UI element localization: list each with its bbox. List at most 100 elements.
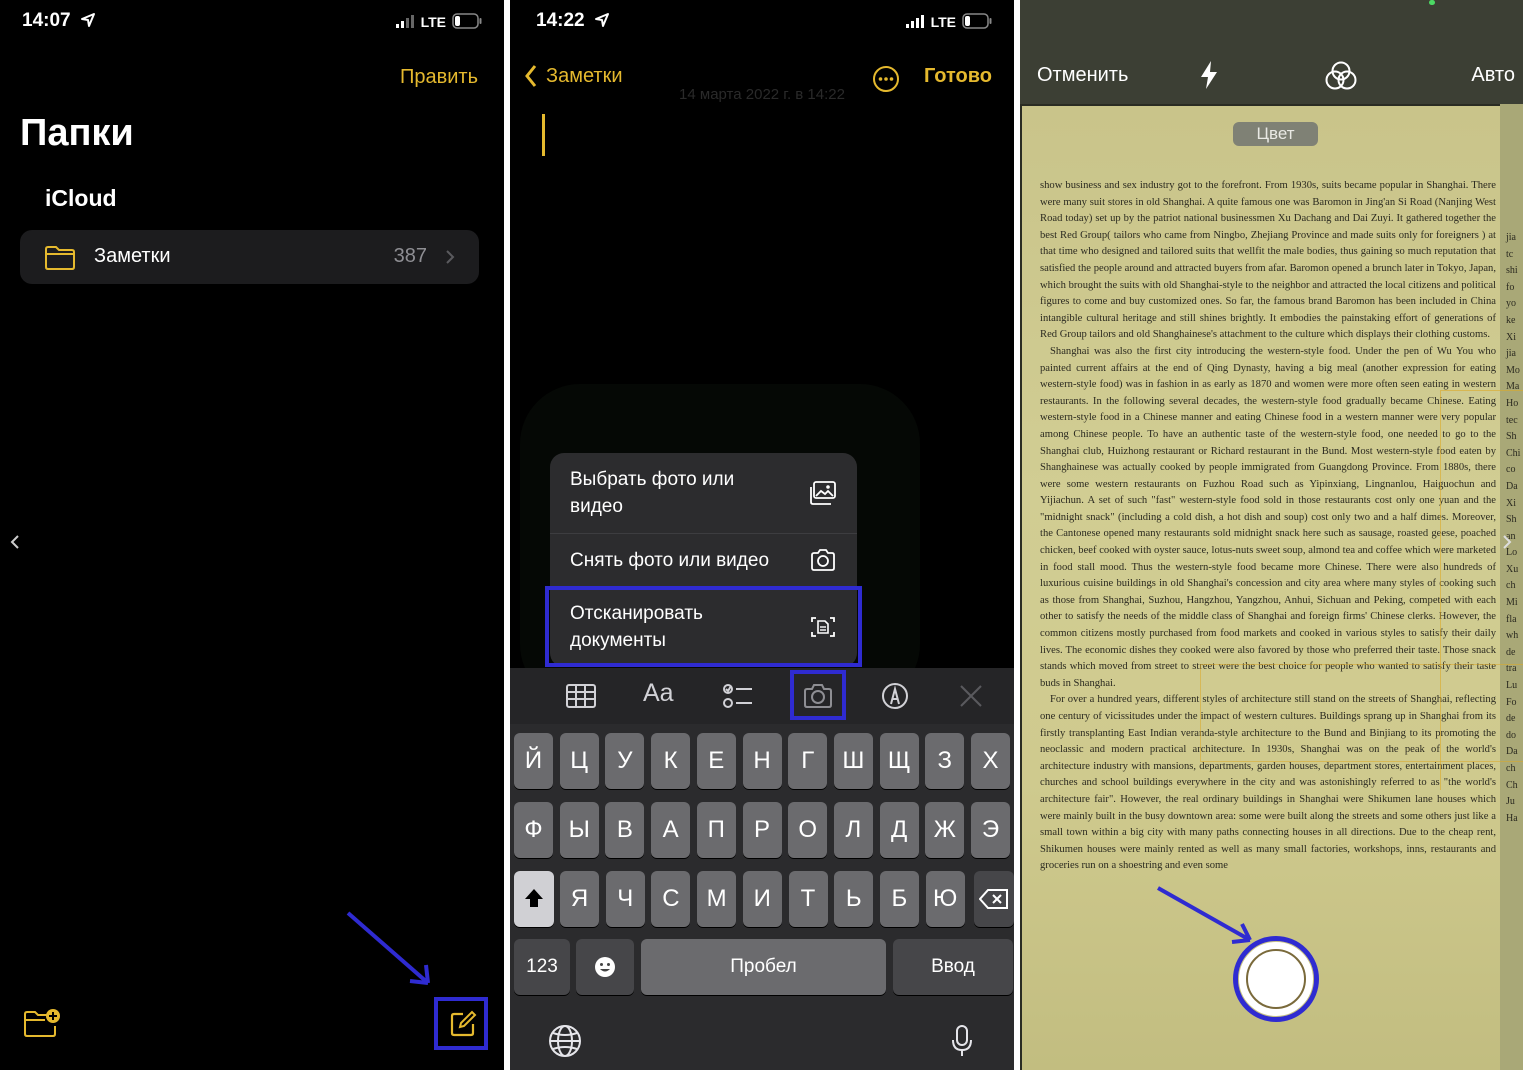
edge-text-fragment: Ju bbox=[1506, 796, 1515, 808]
status-time: 14:07 bbox=[22, 10, 71, 31]
folder-icon bbox=[45, 246, 75, 270]
backspace-key[interactable] bbox=[974, 871, 1014, 927]
key[interactable]: Н bbox=[742, 733, 782, 789]
table-icon[interactable] bbox=[565, 682, 597, 710]
backspace-icon bbox=[978, 889, 1008, 909]
status-bar: 14:07 LTE bbox=[0, 0, 504, 44]
key[interactable]: У bbox=[605, 733, 645, 789]
key[interactable]: И bbox=[742, 871, 782, 927]
shift-key[interactable] bbox=[514, 871, 554, 927]
back-label: Заметки bbox=[546, 64, 623, 87]
edit-button[interactable]: Править bbox=[400, 66, 478, 89]
document-paragraph: show business and sex industry got to th… bbox=[1040, 180, 1496, 341]
formatting-toolbar: Aa bbox=[510, 668, 1014, 724]
signal-icon bbox=[906, 15, 924, 28]
color-mode-label: Цвет bbox=[1233, 122, 1318, 146]
folder-row-notes[interactable]: Заметки 387 bbox=[20, 230, 479, 284]
menu-item-take-photo[interactable]: Снять фото или видео bbox=[550, 534, 857, 587]
key[interactable]: Л bbox=[833, 802, 873, 858]
document-scanner-screen: Отменить Авто Цвет show business and sex… bbox=[1020, 0, 1523, 1070]
key[interactable]: Ц bbox=[559, 733, 599, 789]
return-key[interactable]: Ввод bbox=[893, 939, 1013, 995]
numbers-key[interactable]: 123 bbox=[514, 939, 570, 995]
new-folder-icon[interactable] bbox=[23, 1008, 61, 1038]
key[interactable]: Щ bbox=[879, 733, 919, 789]
key[interactable]: Й bbox=[514, 733, 553, 789]
key[interactable]: Ш bbox=[833, 733, 873, 789]
emoji-key[interactable] bbox=[576, 939, 634, 995]
key[interactable]: Б bbox=[879, 871, 919, 927]
document-text: show business and sex industry got to th… bbox=[1040, 178, 1496, 875]
edge-text-fragment: Ha bbox=[1506, 812, 1518, 824]
document-paragraph: Shanghai was also the first city introdu… bbox=[1040, 345, 1496, 689]
battery-icon bbox=[452, 13, 482, 29]
key[interactable]: Ж bbox=[925, 802, 965, 858]
close-icon[interactable] bbox=[955, 682, 987, 710]
folders-screen: 14:07 LTE Править Папки iCloud Заметки 3… bbox=[0, 0, 504, 1070]
edge-text-fragment: shi bbox=[1506, 265, 1518, 277]
keyboard: ЙЦУКЕНГШЩЗХ ФЫВАПРОЛДЖЭ ЯЧСМИТЬБЮ 123 Пр… bbox=[510, 724, 1014, 1070]
checklist-icon[interactable] bbox=[722, 682, 754, 710]
flash-icon[interactable] bbox=[1198, 60, 1220, 90]
key[interactable]: Д bbox=[879, 802, 919, 858]
more-options-icon[interactable] bbox=[872, 65, 900, 93]
section-header-icloud: iCloud bbox=[45, 185, 117, 211]
camera-highlight bbox=[790, 670, 846, 720]
key[interactable]: Р bbox=[742, 802, 782, 858]
globe-icon[interactable] bbox=[548, 1024, 582, 1058]
scan-highlight bbox=[545, 586, 862, 667]
note-editor-screen: 14:22 LTE Заметки 14 марта 2022 г. в 14:… bbox=[510, 0, 1014, 1070]
cancel-button[interactable]: Отменить bbox=[1037, 64, 1128, 87]
key[interactable]: М bbox=[697, 871, 737, 927]
compose-note-icon[interactable] bbox=[449, 1010, 477, 1038]
network-type: LTE bbox=[420, 14, 446, 30]
key[interactable]: Я bbox=[560, 871, 599, 927]
microphone-icon[interactable] bbox=[950, 1024, 974, 1058]
key[interactable]: Ф bbox=[514, 802, 553, 858]
key[interactable]: О bbox=[788, 802, 828, 858]
key[interactable]: А bbox=[651, 802, 691, 858]
key[interactable]: Ы bbox=[559, 802, 599, 858]
menu-item-label: Выбрать фото или видео bbox=[570, 469, 735, 517]
edge-text-fragment: yo bbox=[1506, 298, 1516, 310]
annotation-arrow bbox=[346, 911, 430, 985]
key[interactable]: Ч bbox=[605, 871, 645, 927]
folder-count: 387 bbox=[393, 245, 427, 267]
key[interactable]: Ю bbox=[925, 871, 965, 927]
key[interactable]: Ь bbox=[834, 871, 874, 927]
key[interactable]: В bbox=[605, 802, 645, 858]
menu-item-label: Снять фото или видео bbox=[570, 550, 770, 571]
note-date: 14 марта 2022 г. в 14:22 bbox=[679, 86, 845, 103]
location-icon bbox=[81, 13, 95, 27]
key[interactable]: Т bbox=[788, 871, 828, 927]
edge-text-fragment: jia bbox=[1506, 232, 1516, 243]
space-key[interactable]: Пробел bbox=[641, 939, 886, 995]
detection-overlay bbox=[1200, 664, 1523, 762]
color-filter-icon[interactable] bbox=[1324, 60, 1358, 92]
edge-text-fragment: Xi bbox=[1506, 331, 1516, 343]
key[interactable]: С bbox=[651, 871, 691, 927]
edge-text-fragment: jia bbox=[1506, 348, 1516, 360]
key[interactable]: П bbox=[696, 802, 736, 858]
chevron-left-icon[interactable] bbox=[10, 534, 20, 550]
key[interactable]: Э bbox=[971, 802, 1010, 858]
text-cursor bbox=[542, 114, 545, 156]
chevron-right-icon bbox=[1503, 535, 1512, 549]
battery-icon bbox=[962, 13, 992, 29]
chevron-right-icon bbox=[446, 250, 455, 264]
camera-indicator bbox=[1429, 0, 1435, 5]
key[interactable]: Х bbox=[971, 733, 1010, 789]
key[interactable]: Г bbox=[788, 733, 828, 789]
auto-capture-toggle[interactable]: Авто bbox=[1471, 64, 1515, 87]
text-format-button[interactable]: Aa bbox=[643, 679, 674, 708]
done-button[interactable]: Готово bbox=[924, 65, 992, 88]
key[interactable]: К bbox=[651, 733, 691, 789]
shutter-inner bbox=[1246, 949, 1306, 1009]
folder-name: Заметки bbox=[94, 245, 171, 267]
back-button[interactable]: Заметки bbox=[524, 64, 623, 88]
markup-pen-icon[interactable] bbox=[879, 682, 911, 710]
menu-item-choose-photo[interactable]: Выбрать фото или видео bbox=[550, 453, 857, 534]
key[interactable]: Е bbox=[696, 733, 736, 789]
edge-text-fragment: tc bbox=[1506, 248, 1514, 260]
key[interactable]: З bbox=[925, 733, 965, 789]
